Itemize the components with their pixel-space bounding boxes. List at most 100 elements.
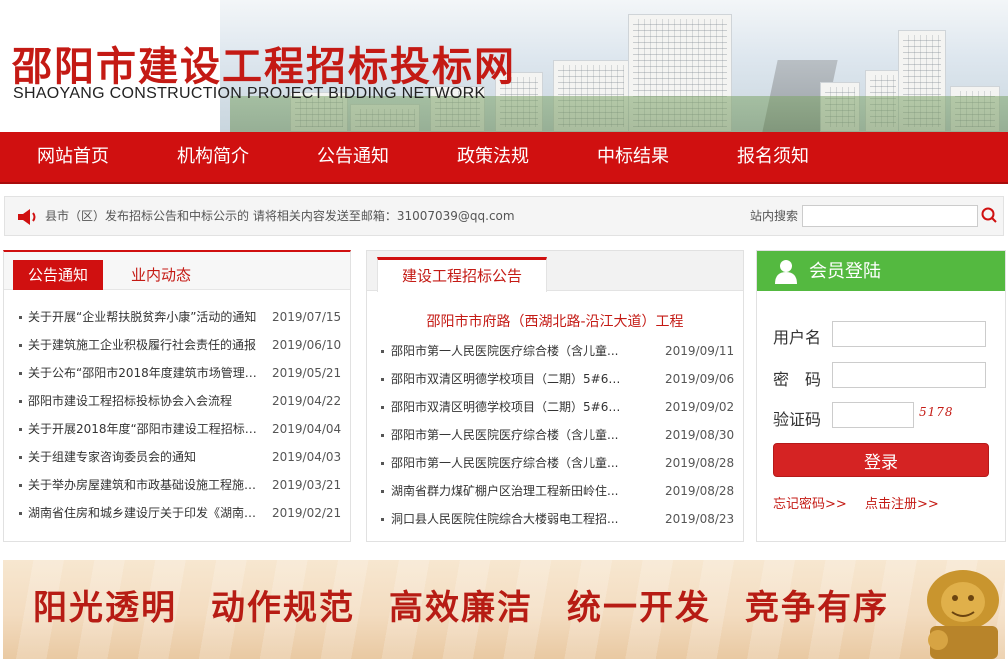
item-date: 2019/07/15 (272, 310, 342, 324)
item-title[interactable]: 关于建筑施工企业积极履行社会责任的通报 (28, 331, 266, 359)
item-title[interactable]: 关于开展“企业帮扶脱贫奔小康”活动的通知 (28, 303, 266, 331)
item-date: 2019/06/10 (272, 338, 342, 352)
bullet-icon (19, 484, 22, 487)
nav-registration[interactable]: 报名须知 (737, 132, 809, 182)
item-title[interactable]: 邵阳市第一人民医院医疗综合楼（含儿童... (391, 421, 621, 449)
bullet-icon (19, 316, 22, 319)
username-field[interactable] (832, 321, 986, 347)
user-icon (775, 260, 797, 284)
slogan-word: 动作规范 (211, 588, 355, 628)
site-subtitle: SHAOYANG CONSTRUCTION PROJECT BIDDING NE… (13, 85, 486, 102)
bullet-icon (381, 462, 384, 465)
list-item[interactable]: 邵阳市建设工程招标投标协会入会流程 2019/04/22 (4, 387, 350, 415)
item-date: 2019/09/02 (665, 400, 735, 414)
announcement-list: 关于开展“企业帮扶脱贫奔小康”活动的通知 2019/07/15 关于建筑施工企业积极… (4, 303, 350, 527)
forgot-password-link[interactable]: 忘记密码>> (773, 493, 847, 512)
list-item[interactable]: 关于举办房屋建筑和市政基础设施工程施工… 2019/03/21 (4, 471, 350, 499)
list-item[interactable]: 关于组建专家咨询委员会的通知 2019/04/03 (4, 443, 350, 471)
notice-bar: 县市（区）发布招标公告和中标公示的 请将相关内容发送至邮箱：31007039@q… (4, 196, 1004, 236)
item-date: 2019/02/21 (272, 506, 342, 520)
item-title[interactable]: 关于开展2018年度“邵阳市建设工程招标投标履… (28, 415, 266, 443)
tab-bidding-announcements[interactable]: 建设工程招标公告 (377, 257, 547, 292)
item-date: 2019/08/28 (665, 484, 735, 498)
search-label: 站内搜索 (750, 209, 799, 223)
item-date: 2019/05/21 (272, 366, 342, 380)
nav-results[interactable]: 中标结果 (597, 132, 669, 182)
password-field[interactable] (832, 362, 986, 388)
slogan-word: 统一开发 (567, 588, 711, 628)
item-date: 2019/08/23 (665, 512, 735, 526)
list-item[interactable]: 湖南省住房和城乡建设厅关于印发《湖南省… 2019/02/21 (4, 499, 350, 527)
list-item[interactable]: 湖南省群力煤矿棚户区治理工程新田岭住... 2019/08/28 (367, 477, 743, 505)
bullet-icon (381, 378, 384, 381)
list-item[interactable]: 关于建筑施工企业积极履行社会责任的通报 2019/06/10 (4, 331, 350, 359)
speaker-icon (18, 209, 36, 225)
item-date: 2019/09/11 (665, 344, 735, 358)
panel-tabs: 公告通知 业内动态 (4, 252, 350, 290)
bullet-icon (19, 512, 22, 515)
captcha-label: 验证码 (773, 410, 822, 429)
item-title[interactable]: 湖南省住房和城乡建设厅关于印发《湖南省… (28, 499, 266, 527)
search-input[interactable] (802, 205, 978, 227)
item-title[interactable]: 洞口县人民医院住院综合大楼弱电工程招... (391, 505, 621, 533)
bullet-icon (19, 400, 22, 403)
list-item[interactable]: 关于开展“企业帮扶脱贫奔小康”活动的通知 2019/07/15 (4, 303, 350, 331)
headline-link[interactable]: 邵阳市市府路（西湖北路-沿江大道）工程 (367, 311, 743, 331)
item-date: 2019/04/22 (272, 394, 342, 408)
item-title[interactable]: 邵阳市双清区明德学校项目（二期）5#6#... (391, 393, 621, 421)
bullet-icon (19, 344, 22, 347)
item-title[interactable]: 邵阳市第一人民医院医疗综合楼（含儿童... (391, 337, 621, 365)
tab-announcements[interactable]: 公告通知 (13, 260, 103, 290)
list-item[interactable]: 邵阳市第一人民医院医疗综合楼（含儿童... 2019/08/28 (367, 449, 743, 477)
item-date: 2019/09/06 (665, 372, 735, 386)
tab-industry-news[interactable]: 业内动态 (116, 260, 206, 290)
list-item[interactable]: 邵阳市双清区明德学校项目（二期）5#6#... 2019/09/02 (367, 393, 743, 421)
register-link[interactable]: 点击注册>> (865, 493, 939, 512)
list-item[interactable]: 洞口县人民医院住院综合大楼弱电工程招... 2019/08/23 (367, 505, 743, 533)
list-item[interactable]: 关于公布“邵阳市2018年度建筑市场管理先… 2019/05/21 (4, 359, 350, 387)
nav-announcements[interactable]: 公告通知 (317, 132, 389, 182)
bullet-icon (381, 434, 384, 437)
item-title[interactable]: 关于组建专家咨询委员会的通知 (28, 443, 266, 471)
bullet-icon (381, 350, 384, 353)
bullet-icon (381, 490, 384, 493)
list-item[interactable]: 邵阳市第一人民医院医疗综合楼（含儿童... 2019/08/30 (367, 421, 743, 449)
bidding-list: 邵阳市第一人民医院医疗综合楼（含儿童... 2019/09/11 邵阳市双清区明德学… (367, 337, 743, 533)
header-banner: 邵阳市建设工程招标投标网 SHAOYANG CONSTRUCTION PROJE… (0, 0, 1008, 132)
password-label: 密 码 (773, 370, 822, 389)
bullet-icon (19, 456, 22, 459)
item-title[interactable]: 关于举办房屋建筑和市政基础设施工程施工… (28, 471, 266, 499)
nav-policies[interactable]: 政策法规 (457, 132, 529, 182)
item-title[interactable]: 关于公布“邵阳市2018年度建筑市场管理先… (28, 359, 266, 387)
lion-statue-icon (927, 570, 999, 659)
login-button[interactable]: 登录 (773, 443, 989, 477)
announcements-panel: 公告通知 业内动态 关于开展“企业帮扶脱贫奔小康”活动的通知 2019/07/15… (3, 250, 351, 542)
captcha-field[interactable] (832, 402, 914, 428)
bullet-icon (19, 372, 22, 375)
login-panel: 会员登陆 用户名 密 码 验证码 5178 登录 忘记密码>> 点击注册>> (756, 250, 1006, 542)
item-date: 2019/04/03 (272, 450, 342, 464)
item-title[interactable]: 邵阳市第一人民医院医疗综合楼（含儿童... (391, 449, 621, 477)
slogan-banner: 阳光透明 动作规范 高效廉洁 统一开发 竞争有序 (3, 560, 1005, 659)
item-title[interactable]: 邵阳市双清区明德学校项目（二期）5#6#... (391, 365, 621, 393)
item-date: 2019/03/21 (272, 478, 342, 492)
captcha-image[interactable]: 5178 (919, 405, 954, 419)
list-item[interactable]: 关于开展2018年度“邵阳市建设工程招标投标履… 2019/04/04 (4, 415, 350, 443)
item-date: 2019/08/28 (665, 456, 735, 470)
bullet-icon (381, 518, 384, 521)
list-item[interactable]: 邵阳市双清区明德学校项目（二期）5#6#... 2019/09/06 (367, 365, 743, 393)
slogan-word: 阳光透明 (33, 588, 177, 628)
username-label: 用户名 (773, 328, 822, 347)
bullet-icon (19, 428, 22, 431)
notice-text: 县市（区）发布招标公告和中标公示的 请将相关内容发送至邮箱：31007039@q… (45, 209, 515, 223)
item-title[interactable]: 湖南省群力煤矿棚户区治理工程新田岭住... (391, 477, 621, 505)
item-title[interactable]: 邵阳市建设工程招标投标协会入会流程 (28, 387, 266, 415)
nav-home[interactable]: 网站首页 (37, 132, 109, 182)
login-title: 会员登陆 (809, 261, 881, 282)
slogan-word: 竞争有序 (745, 588, 889, 628)
nav-about[interactable]: 机构简介 (177, 132, 249, 182)
bullet-icon (381, 406, 384, 409)
list-item[interactable]: 邵阳市第一人民医院医疗综合楼（含儿童... 2019/09/11 (367, 337, 743, 365)
search-icon[interactable] (979, 205, 999, 227)
login-header: 会员登陆 (757, 251, 1005, 291)
